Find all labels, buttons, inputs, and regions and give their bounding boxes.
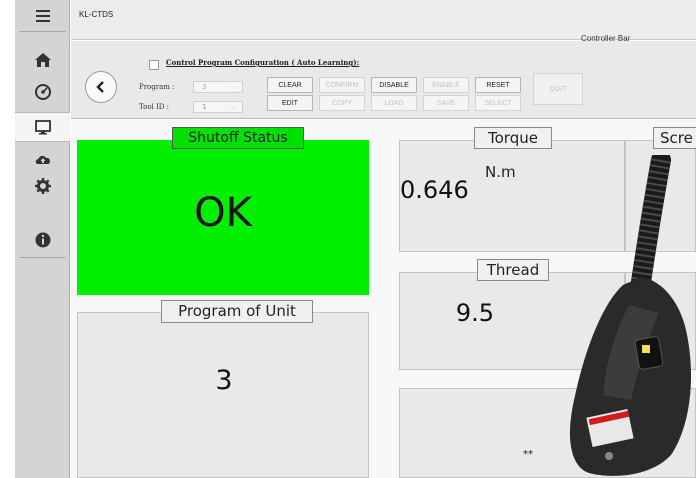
shutoff-status-value: OK bbox=[194, 190, 252, 236]
info-icon bbox=[35, 232, 50, 248]
back-button[interactable] bbox=[85, 71, 117, 103]
title-bar: KL-CTDS Controller Bar bbox=[71, 0, 696, 43]
nav-cloud-button[interactable] bbox=[15, 145, 70, 173]
menu-icon bbox=[35, 10, 50, 22]
auto-learning-checkbox[interactable] bbox=[149, 60, 159, 70]
shutoff-status-tile: OK bbox=[77, 140, 369, 295]
program-unit-tile: 3 bbox=[77, 312, 369, 478]
gear-icon bbox=[34, 178, 51, 194]
copy-button[interactable]: COPY bbox=[319, 95, 365, 111]
load-button[interactable]: LOAD bbox=[371, 95, 417, 111]
save-button[interactable]: SAVE bbox=[423, 95, 469, 111]
quit-button[interactable]: QUIT bbox=[533, 73, 583, 105]
monitor-dashboard: OK Shutoff Status 3 Program of Unit 0.64… bbox=[71, 120, 696, 478]
monitor-icon bbox=[34, 120, 51, 135]
tool-id-select[interactable]: 1 ⌵ bbox=[193, 101, 243, 113]
nav-menu-button[interactable] bbox=[15, 2, 70, 30]
nav-dashboard-button[interactable] bbox=[15, 78, 70, 106]
program-unit-label: Program of Unit bbox=[161, 300, 313, 323]
clear-button[interactable]: CLEAR bbox=[267, 77, 313, 93]
nav-settings-button[interactable] bbox=[15, 172, 70, 200]
program-select[interactable]: 3 ⌵ bbox=[193, 81, 243, 93]
side-navigation bbox=[15, 0, 70, 478]
app-title: KL-CTDS bbox=[79, 10, 114, 19]
dashboard-icon bbox=[34, 84, 51, 100]
chevron-down-icon: ⌵ bbox=[230, 103, 236, 111]
disable-button[interactable]: DISABLE bbox=[371, 77, 417, 93]
enable-button[interactable]: ENABLE bbox=[423, 77, 469, 93]
nav-info-button[interactable] bbox=[15, 226, 70, 254]
config-title: Control Program Configuration ( Auto Lea… bbox=[166, 58, 360, 67]
home-icon bbox=[34, 53, 51, 67]
program-unit-value: 3 bbox=[215, 365, 233, 396]
reset-button[interactable]: RESET bbox=[475, 77, 521, 93]
electric-screwdriver-image bbox=[569, 155, 691, 476]
select-button[interactable]: SELECT bbox=[475, 95, 521, 111]
chevron-down-icon: ⌵ bbox=[230, 83, 236, 91]
tool-id-select-value: 1 bbox=[202, 103, 207, 111]
shutoff-status-label: Shutoff Status bbox=[172, 127, 304, 149]
edit-button[interactable]: EDIT bbox=[267, 95, 313, 111]
program-label: Program : bbox=[139, 83, 175, 91]
chevron-left-icon bbox=[96, 81, 104, 93]
screw-label: Scre bbox=[653, 127, 696, 149]
torque-value: 0.646 bbox=[400, 176, 469, 204]
tool-id-label: Tool ID : bbox=[139, 103, 169, 111]
nav-home-button[interactable] bbox=[15, 46, 70, 74]
program-select-value: 3 bbox=[202, 83, 207, 91]
cloud-upload-icon bbox=[35, 155, 50, 164]
program-config-toolbar: Control Program Configuration ( Auto Lea… bbox=[71, 41, 696, 119]
torque-label: Torque bbox=[474, 127, 552, 149]
confirm-button[interactable]: CONFIRM bbox=[319, 77, 365, 93]
nav-monitor-button[interactable] bbox=[15, 112, 70, 142]
